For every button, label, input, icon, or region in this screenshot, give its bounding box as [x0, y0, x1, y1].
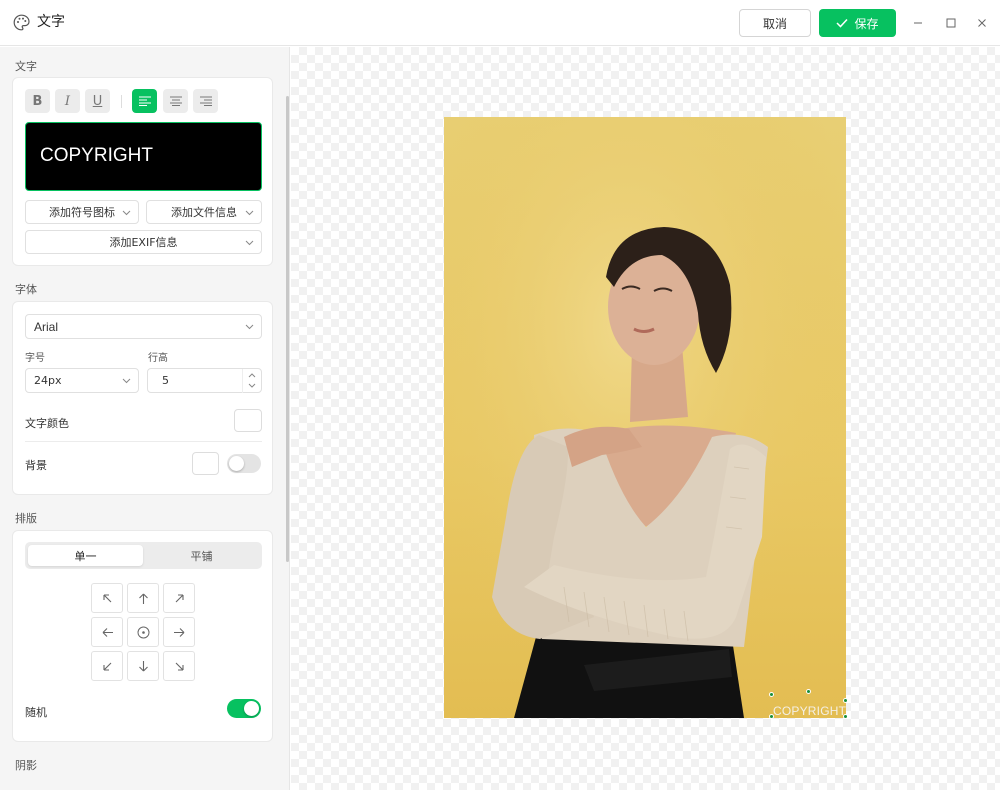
- add-file-info-label: 添加文件信息: [171, 206, 237, 219]
- tab-tile[interactable]: 平铺: [144, 545, 259, 566]
- watermark-selection[interactable]: [769, 689, 848, 719]
- close-button[interactable]: [973, 14, 991, 32]
- check-icon: [836, 18, 849, 28]
- text-settings-card: B I U COPYRIGHT 添加符号图标 添加文件信息 添加EXIF信息: [12, 77, 273, 266]
- arrow-bottom-right-icon: [175, 662, 184, 671]
- target-icon: [137, 626, 149, 638]
- align-right-button[interactable]: [193, 89, 218, 113]
- align-center-button[interactable]: [163, 89, 188, 113]
- toggle-knob: [229, 456, 244, 471]
- arrow-bottom-left-icon: [102, 662, 111, 671]
- arrow-bottom-icon: [138, 660, 148, 671]
- position-center-button[interactable]: [127, 617, 159, 647]
- line-height-value: 5: [162, 374, 169, 387]
- text-color-label: 文字颜色: [25, 417, 69, 430]
- photo-preview: [444, 117, 846, 718]
- minimize-icon: [914, 22, 922, 24]
- resize-handle[interactable]: [843, 698, 848, 703]
- add-file-info-select[interactable]: 添加文件信息: [146, 200, 262, 224]
- chevron-down-icon: [122, 378, 131, 384]
- text-color-swatch[interactable]: [234, 409, 262, 432]
- rotate-handle[interactable]: [806, 689, 811, 694]
- align-center-icon: [169, 96, 182, 106]
- settings-sidebar: 文字 B I U COPYRIGHT 添加符号图标 添加文件信息 添加EXIF信…: [0, 47, 290, 790]
- font-family-value: Arial: [34, 319, 59, 334]
- layout-mode-tabs: 单一 平铺: [25, 542, 262, 569]
- random-toggle[interactable]: [227, 699, 261, 718]
- window-title: 文字: [37, 14, 65, 30]
- chevron-up-icon[interactable]: [248, 372, 256, 379]
- line-height-stepper[interactable]: 5: [147, 368, 262, 393]
- close-icon: [978, 19, 986, 27]
- align-left-button[interactable]: [132, 89, 157, 113]
- position-top-left-button[interactable]: [91, 583, 123, 613]
- maximize-icon: [946, 18, 956, 28]
- toggle-knob: [244, 701, 259, 716]
- background-label: 背景: [25, 459, 47, 472]
- palette-icon: [13, 14, 30, 31]
- arrow-top-icon: [138, 593, 148, 604]
- bold-button[interactable]: B: [25, 89, 50, 113]
- position-top-button[interactable]: [127, 583, 159, 613]
- align-right-icon: [199, 96, 212, 106]
- arrow-left-icon: [102, 627, 113, 637]
- align-left-icon: [138, 96, 151, 106]
- save-button-label: 保存: [854, 16, 879, 31]
- title-bar: 文字 取消 保存: [0, 0, 1000, 46]
- underline-button[interactable]: U: [85, 89, 110, 113]
- portrait-photo: [444, 117, 846, 718]
- text-section-label: 文字: [15, 60, 37, 73]
- position-right-button[interactable]: [163, 617, 195, 647]
- font-size-select[interactable]: 24px: [25, 368, 139, 393]
- chevron-down-icon[interactable]: [248, 382, 256, 389]
- background-toggle[interactable]: [227, 454, 261, 473]
- font-family-select[interactable]: Arial: [25, 314, 262, 339]
- toolbar-divider: [121, 95, 122, 108]
- arrow-top-right-icon: [175, 593, 184, 602]
- layout-settings-card: 单一 平铺 随机: [12, 530, 273, 742]
- resize-handle[interactable]: [769, 714, 774, 719]
- text-preview-input[interactable]: COPYRIGHT: [25, 122, 262, 191]
- italic-button[interactable]: I: [55, 89, 80, 113]
- add-exif-select[interactable]: 添加EXIF信息: [25, 230, 262, 254]
- random-label: 随机: [25, 706, 47, 719]
- chevron-down-icon: [245, 240, 254, 246]
- chevron-down-icon: [245, 324, 254, 330]
- stepper-arrows[interactable]: [242, 369, 261, 393]
- chevron-down-icon: [245, 210, 254, 216]
- divider: [25, 441, 262, 442]
- line-height-label: 行高: [148, 353, 168, 364]
- position-bottom-right-button[interactable]: [163, 651, 195, 681]
- arrow-top-left-icon: [102, 593, 111, 602]
- font-section-label: 字体: [15, 283, 37, 296]
- add-symbol-label: 添加符号图标: [49, 206, 115, 219]
- save-button[interactable]: 保存: [819, 9, 896, 37]
- tab-single[interactable]: 单一: [28, 545, 143, 566]
- arrow-right-icon: [173, 627, 184, 637]
- chevron-down-icon: [122, 210, 131, 216]
- position-bottom-button[interactable]: [127, 651, 159, 681]
- maximize-button[interactable]: [942, 14, 960, 32]
- minimize-button[interactable]: [909, 14, 927, 32]
- sidebar-scrollbar[interactable]: [286, 96, 289, 562]
- font-settings-card: Arial 字号 行高 24px 5 文字颜色 背景: [12, 301, 273, 495]
- shadow-section-label: 阴影: [15, 759, 37, 772]
- font-size-label: 字号: [25, 353, 45, 364]
- add-exif-label: 添加EXIF信息: [109, 236, 178, 249]
- cancel-button[interactable]: 取消: [739, 9, 811, 37]
- background-color-swatch[interactable]: [192, 452, 219, 475]
- position-bottom-left-button[interactable]: [91, 651, 123, 681]
- layout-section-label: 排版: [15, 512, 37, 525]
- resize-handle[interactable]: [843, 714, 848, 719]
- resize-handle[interactable]: [769, 692, 774, 697]
- position-top-right-button[interactable]: [163, 583, 195, 613]
- position-left-button[interactable]: [91, 617, 123, 647]
- font-size-value: 24px: [34, 374, 62, 387]
- add-symbol-select[interactable]: 添加符号图标: [25, 200, 139, 224]
